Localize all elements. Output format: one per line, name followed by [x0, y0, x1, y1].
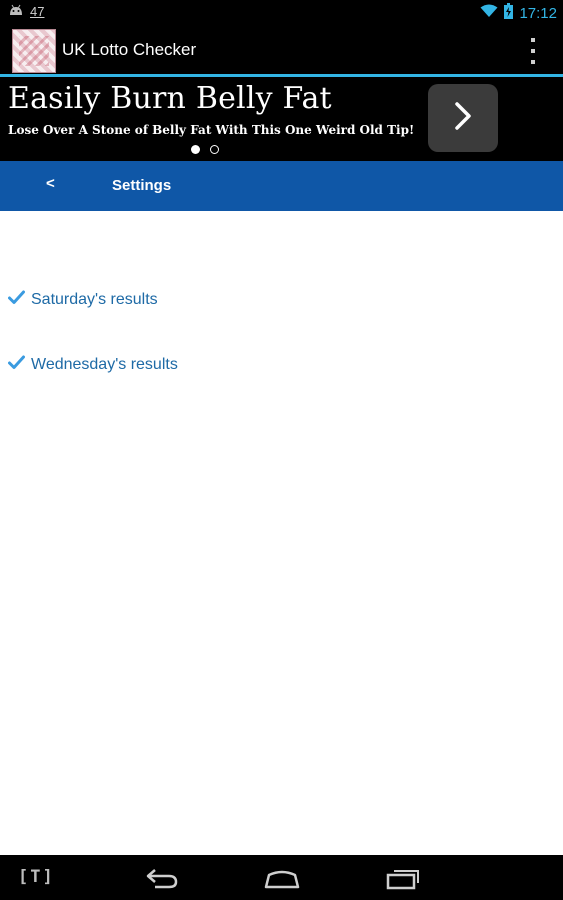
ad-page-dot-active: [191, 145, 200, 154]
setting-wednesday-results[interactable]: Wednesday's results: [8, 355, 178, 375]
status-right: 17:12: [480, 3, 557, 23]
page-title: Settings: [112, 177, 172, 194]
action-bar: UK Lotto Checker: [0, 26, 563, 74]
ad-next-button[interactable]: [428, 84, 498, 152]
ad-banner[interactable]: Easily Burn Belly Fat Lose Over A Stone …: [0, 77, 563, 161]
setting-saturday-results[interactable]: Saturday's results: [8, 290, 158, 310]
home-icon[interactable]: [264, 867, 300, 894]
notification-count: 47: [30, 4, 45, 19]
battery-charging-icon: [504, 3, 514, 23]
setting-label: Saturday's results: [31, 291, 158, 308]
ad-page-dot: [210, 145, 219, 154]
ad-page-indicator: [191, 145, 219, 154]
keyboard-shortcut-button[interactable]: [T]: [18, 867, 55, 887]
setting-label: Wednesday's results: [31, 356, 178, 373]
checkmark-icon[interactable]: [8, 355, 25, 375]
wifi-icon: [480, 4, 498, 22]
app-logo-icon[interactable]: [12, 29, 56, 73]
status-left: 47: [8, 4, 44, 19]
overflow-menu-icon[interactable]: [526, 38, 540, 64]
status-bar: 47 17:12: [0, 0, 563, 26]
ad-subtext[interactable]: Lose Over A Stone of Belly Fat With This…: [8, 123, 414, 137]
chevron-right-icon: [453, 101, 473, 136]
android-notification-icon: [8, 4, 24, 19]
app-title: UK Lotto Checker: [62, 40, 197, 59]
back-button[interactable]: <: [46, 175, 55, 192]
clock: 17:12: [519, 4, 557, 22]
recent-apps-icon[interactable]: [386, 866, 420, 895]
ad-headline[interactable]: Easily Burn Belly Fat: [8, 81, 332, 116]
settings-header-bar: < Settings: [0, 161, 563, 211]
system-navigation-bar: [T]: [0, 855, 563, 900]
back-arrow-icon[interactable]: [145, 867, 179, 894]
checkmark-icon[interactable]: [8, 290, 25, 310]
